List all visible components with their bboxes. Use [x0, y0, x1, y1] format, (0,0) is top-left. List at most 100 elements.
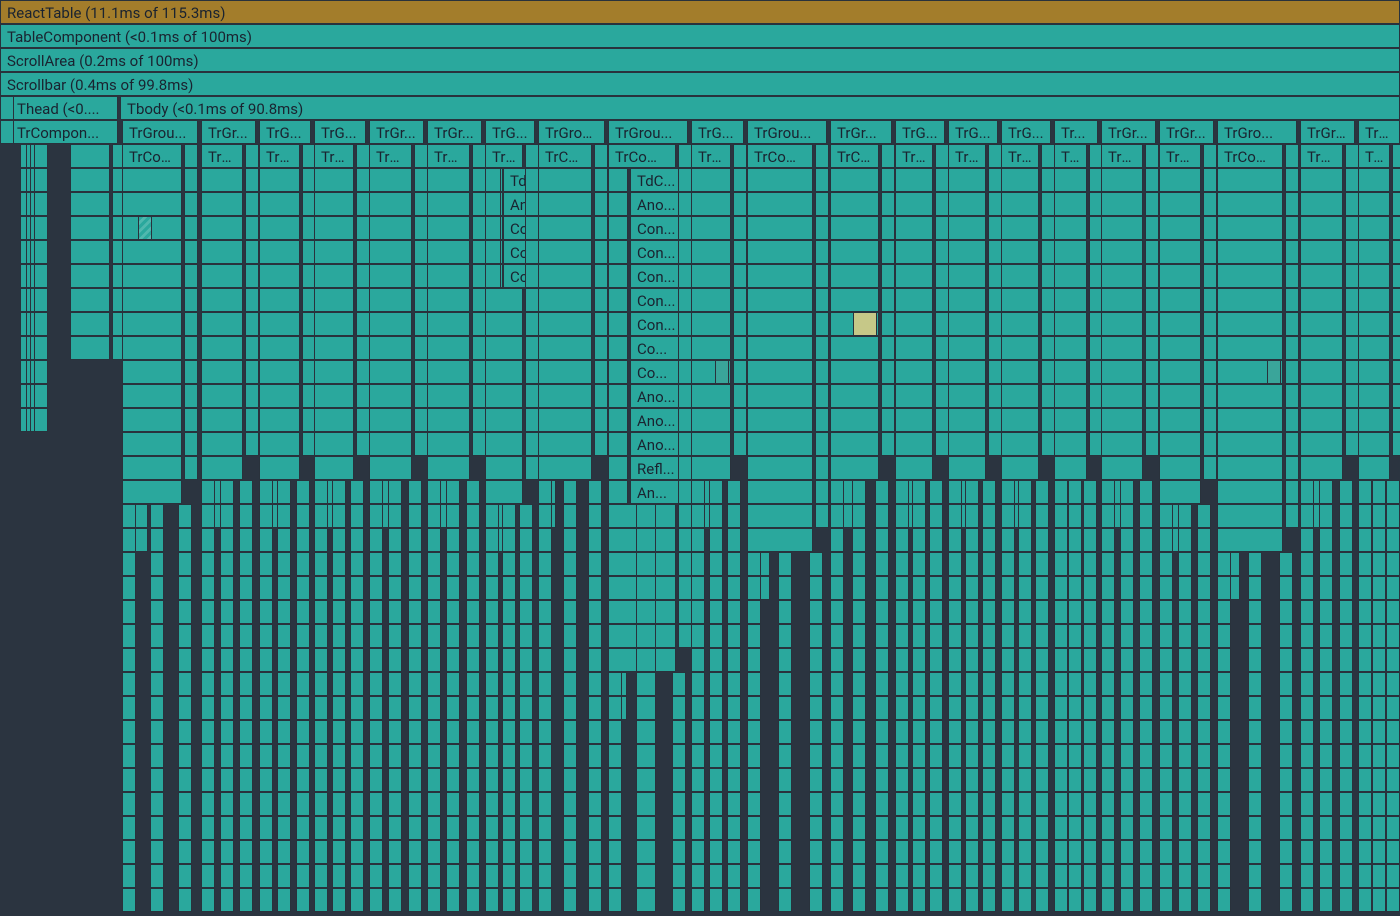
bar-tail-r[interactable] [588, 576, 602, 600]
bar-tail-l[interactable] [895, 816, 909, 840]
bar-tail-r[interactable] [929, 672, 943, 696]
bar-tail-r[interactable] [519, 744, 533, 768]
bar-tail[interactable] [446, 528, 460, 552]
bar-tail[interactable] [709, 576, 723, 600]
bar-tail-l[interactable] [122, 696, 136, 720]
bar-tail-r[interactable] [466, 648, 480, 672]
bar-tail[interactable] [388, 504, 402, 528]
bar-tail-r[interactable] [466, 840, 480, 864]
bar-tail-l[interactable] [747, 576, 761, 600]
bar-tail-l[interactable] [1159, 648, 1173, 672]
bar-tail-l[interactable] [691, 600, 705, 624]
bar-tail-r[interactable] [1035, 504, 1049, 528]
bar-tail-r[interactable] [1083, 504, 1097, 528]
bar-tail[interactable] [150, 744, 164, 768]
bar-right-shoulder[interactable] [245, 360, 259, 384]
bar-body[interactable] [1217, 504, 1283, 528]
bar-tail-l[interactable] [1101, 480, 1115, 504]
bar-right-shoulder[interactable] [472, 360, 486, 384]
bar-tail-r[interactable] [178, 744, 192, 768]
bar-tail-l[interactable] [691, 744, 705, 768]
bar-tail-r[interactable] [178, 720, 192, 744]
bar-tail-l[interactable] [1001, 552, 1015, 576]
bar-body[interactable] [747, 456, 813, 480]
bar-tail-r[interactable] [1339, 768, 1353, 792]
bar-tail[interactable] [1120, 600, 1134, 624]
bar-tail[interactable] [1178, 864, 1192, 888]
bar-tail[interactable] [912, 504, 926, 528]
bar-tail[interactable] [1178, 504, 1192, 528]
bar-tail[interactable] [1068, 672, 1082, 696]
bar-body[interactable] [1300, 336, 1343, 360]
bar-right-shoulder[interactable] [594, 168, 608, 192]
bar-right-shoulder[interactable] [414, 144, 428, 168]
bar-right-shoulder[interactable] [1203, 216, 1217, 240]
bar-tail[interactable] [502, 744, 516, 768]
bar-body[interactable] [1001, 384, 1039, 408]
bar-tail-l[interactable] [830, 504, 844, 528]
bar-tail-l[interactable] [948, 768, 962, 792]
bar-tail-l[interactable] [1054, 672, 1068, 696]
bar-tail-l[interactable] [948, 816, 962, 840]
bar-tail[interactable] [709, 720, 723, 744]
bar-tail[interactable] [1248, 768, 1262, 792]
bar-tail-r[interactable] [929, 480, 943, 504]
bar-body[interactable] [948, 360, 986, 384]
bar-right-shoulder[interactable] [678, 600, 692, 624]
bar-tail[interactable] [1018, 720, 1032, 744]
bar-tail-r[interactable] [929, 552, 943, 576]
bar-body[interactable] [314, 288, 354, 312]
bar-tail-l[interactable] [314, 504, 328, 528]
bar-tail-l[interactable] [314, 696, 328, 720]
bar-trgroup[interactable]: TrG... [485, 120, 535, 144]
bar-tail[interactable] [388, 528, 402, 552]
bar-tail-l[interactable] [485, 576, 499, 600]
bar-tail-r[interactable] [1339, 840, 1353, 864]
bar-tail-l[interactable] [1001, 888, 1015, 912]
bar-tail[interactable] [852, 672, 866, 696]
bar-tail-l[interactable] [1001, 744, 1015, 768]
bar-tail[interactable] [912, 768, 926, 792]
bar-tail[interactable] [388, 648, 402, 672]
bar-tail-r[interactable] [466, 864, 480, 888]
bar-tail[interactable] [1248, 696, 1262, 720]
bar-tail-l[interactable] [691, 504, 705, 528]
bar-tail-l[interactable] [1101, 672, 1115, 696]
bar-right-shoulder[interactable] [678, 384, 692, 408]
bar-tail-l[interactable] [747, 648, 761, 672]
bar-tail-r[interactable] [1197, 504, 1211, 528]
bar-tail[interactable] [1068, 888, 1082, 912]
bar-tail-l[interactable] [314, 768, 328, 792]
bar-tail[interactable] [778, 672, 792, 696]
bar-body[interactable] [1217, 192, 1283, 216]
bar-right-shoulder[interactable] [472, 384, 486, 408]
bar-tail[interactable] [220, 624, 234, 648]
bar-tail[interactable] [1018, 840, 1032, 864]
bar-tail[interactable] [852, 816, 866, 840]
bar-tail[interactable] [1120, 816, 1134, 840]
bar-wide-tail[interactable] [636, 864, 656, 888]
bar-body[interactable] [369, 408, 412, 432]
bar-right-shoulder[interactable] [594, 408, 608, 432]
bar-tail-r[interactable] [875, 792, 889, 816]
bar-tail-r[interactable] [727, 840, 741, 864]
bar-right-shoulder[interactable] [815, 336, 829, 360]
bar-tail[interactable] [446, 624, 460, 648]
bar-tail-r[interactable] [929, 840, 943, 864]
bar-right-shoulder[interactable] [414, 336, 428, 360]
bar-tail[interactable] [912, 864, 926, 888]
bar-body[interactable] [747, 480, 813, 504]
bar-tail-r[interactable] [875, 528, 889, 552]
bar-tail-l[interactable] [948, 576, 962, 600]
bar-scrollarea[interactable]: ScrollArea (0.2ms of 100ms) [0, 48, 1400, 72]
bar-tail-l[interactable] [691, 624, 705, 648]
bar-trcomponent[interactable]: TrC... [1001, 144, 1039, 168]
bar-tail-r[interactable] [1339, 600, 1353, 624]
bar-body[interactable] [314, 456, 354, 480]
bar-thead-shoulder[interactable] [34, 336, 48, 360]
bar-tail-l[interactable] [830, 864, 844, 888]
bar-tail-l[interactable] [259, 600, 273, 624]
bar-tail[interactable] [1068, 600, 1082, 624]
bar-tail-r[interactable] [1279, 552, 1293, 576]
bar-right-shoulder[interactable] [815, 240, 829, 264]
